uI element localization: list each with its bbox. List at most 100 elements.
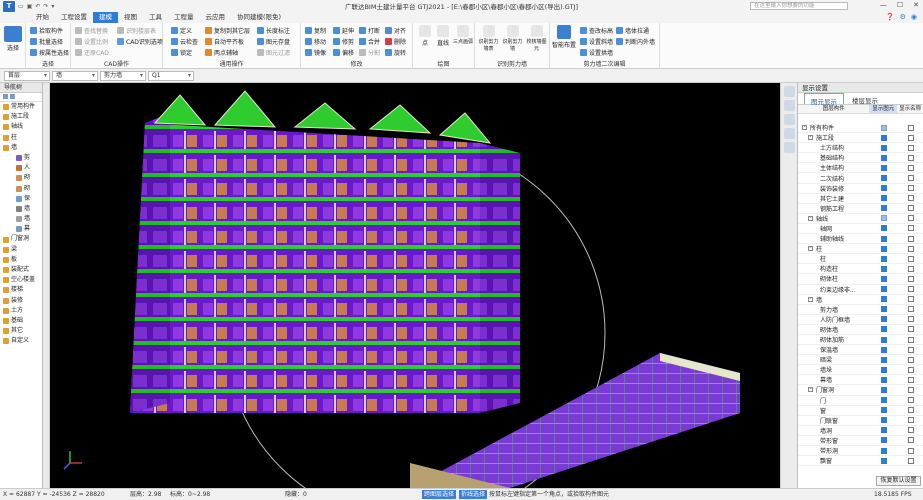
show-name-checkbox[interactable]	[908, 296, 914, 303]
edit-elevation-button[interactable]: 查改标高	[580, 26, 613, 35]
batch-select-button[interactable]: 批量选择	[30, 37, 63, 46]
menu-tab[interactable]: 工程设置	[55, 12, 93, 23]
nav-item[interactable]: 人	[0, 163, 42, 173]
pan-view-icon[interactable]	[783, 114, 795, 125]
nav-item[interactable]: 空心楼盖	[0, 275, 42, 285]
show-name-checkbox[interactable]	[908, 437, 914, 444]
show-element-checkbox[interactable]	[881, 225, 887, 232]
recognize-wall-table-button[interactable]: 识别剪力墙表	[477, 25, 500, 52]
category-select[interactable]: 墙	[52, 71, 98, 81]
show-name-checkbox[interactable]	[908, 265, 914, 272]
show-name-checkbox[interactable]	[908, 275, 914, 282]
offset-button[interactable]: 偏移	[333, 48, 354, 57]
cloud-check-button[interactable]: 云检查	[171, 37, 198, 46]
floor-select[interactable]: 首层	[4, 71, 50, 81]
show-name-checkbox[interactable]	[908, 235, 914, 242]
show-name-checkbox[interactable]	[908, 306, 914, 313]
show-name-checkbox[interactable]	[908, 316, 914, 323]
show-element-checkbox[interactable]	[881, 164, 887, 171]
show-element-checkbox[interactable]	[881, 286, 887, 293]
show-element-checkbox[interactable]	[881, 376, 887, 383]
maximize-icon[interactable]: ☐	[897, 1, 903, 9]
show-name-checkbox[interactable]	[908, 356, 914, 363]
nav-item[interactable]: 基础	[0, 316, 42, 326]
show-name-checkbox[interactable]	[908, 417, 914, 424]
zoom-view-icon[interactable]	[783, 128, 795, 139]
component-select[interactable]: Q1	[148, 71, 194, 81]
minimize-icon[interactable]: —	[880, 1, 887, 9]
show-element-checkbox[interactable]	[881, 417, 887, 424]
judge-wall-button[interactable]: 判断内外墙	[616, 37, 655, 46]
nav-remove-icon[interactable]	[10, 94, 15, 99]
open-icon[interactable]: ▭	[18, 3, 24, 10]
show-element-checkbox[interactable]	[881, 134, 887, 141]
show-element-checkbox[interactable]	[881, 205, 887, 212]
save-icon[interactable]: ▣	[27, 3, 33, 10]
nav-item[interactable]: 柱	[0, 133, 42, 143]
wall-extend-button[interactable]: 墙体拉通	[616, 26, 649, 35]
extend-button[interactable]: 延伸	[333, 26, 354, 35]
nav-item[interactable]: 砌	[0, 184, 42, 194]
move-button[interactable]: 移动	[305, 37, 326, 46]
show-element-checkbox[interactable]	[881, 185, 887, 192]
show-name-checkbox[interactable]	[908, 205, 914, 212]
show-name-checkbox[interactable]	[908, 346, 914, 353]
show-name-checkbox[interactable]	[908, 185, 914, 192]
show-name-checkbox[interactable]	[908, 326, 914, 333]
show-element-checkbox[interactable]	[881, 275, 887, 282]
expand-toggle[interactable]: -	[808, 215, 813, 221]
type-select[interactable]: 剪力墙	[100, 71, 146, 81]
user-icon[interactable]: ◉	[911, 13, 917, 21]
show-element-checkbox[interactable]	[881, 356, 887, 363]
show-element-checkbox[interactable]	[881, 346, 887, 353]
nav-item[interactable]: 砌	[0, 173, 42, 183]
element-filter-button[interactable]: 图元过滤	[257, 48, 290, 57]
set-arch-wall-button[interactable]: 设置拱墙	[580, 48, 613, 57]
menu-tab[interactable]: 工程量	[168, 12, 200, 23]
menu-tab[interactable]: 协同建模(限免)	[231, 12, 287, 23]
show-element-checkbox[interactable]	[881, 296, 887, 303]
select-button[interactable]: 选择	[3, 26, 23, 52]
rotate-button[interactable]: 旋转	[385, 48, 406, 57]
restore-cad-button[interactable]: 还原CAD	[75, 48, 109, 57]
restore-default-button[interactable]: 恢复默认设置	[876, 476, 921, 486]
show-element-checkbox[interactable]	[881, 316, 887, 323]
copy-button[interactable]: 复制	[305, 26, 326, 35]
expand-toggle[interactable]: -	[808, 246, 813, 252]
draw-arc-button[interactable]: 三点画弧	[453, 25, 473, 45]
smart-layout-button[interactable]: 智能布置	[552, 25, 576, 49]
show-element-checkbox[interactable]	[881, 144, 887, 151]
show-element-checkbox[interactable]	[881, 366, 887, 373]
nav-add-icon[interactable]	[3, 94, 8, 99]
show-name-checkbox[interactable]	[908, 407, 914, 414]
pick-component-button[interactable]: 拾取构件	[30, 26, 63, 35]
nav-item[interactable]: 楼梯	[0, 285, 42, 295]
tab-floor-display[interactable]: 楼层显示	[846, 93, 884, 105]
search-input[interactable]: 在这里输入你想要的功能	[750, 2, 848, 10]
fit-view-icon[interactable]	[783, 142, 795, 153]
show-name-checkbox[interactable]	[908, 336, 914, 343]
trim-button[interactable]: 修剪	[333, 37, 354, 46]
show-element-checkbox[interactable]	[881, 437, 887, 444]
show-element-checkbox[interactable]	[881, 397, 887, 404]
nav-item[interactable]: 墙	[0, 143, 42, 153]
show-name-checkbox[interactable]	[908, 447, 914, 454]
expand-toggle[interactable]: -	[802, 125, 807, 131]
set-slant-wall-button[interactable]: 设置斜墙	[580, 37, 613, 46]
show-name-checkbox[interactable]	[908, 397, 914, 404]
show-name-checkbox[interactable]	[908, 124, 914, 131]
menu-tab[interactable]: 工具	[143, 12, 168, 23]
show-element-checkbox[interactable]	[881, 407, 887, 414]
lock-button[interactable]: 锁定	[171, 48, 192, 57]
nav-item[interactable]: 其它	[0, 326, 42, 336]
show-element-checkbox[interactable]	[881, 326, 887, 333]
dropdown-icon[interactable]: ▾	[51, 3, 54, 10]
find-replace-button[interactable]: 查找替换	[75, 26, 108, 35]
nav-item[interactable]: 幕	[0, 224, 42, 234]
select-by-attr-button[interactable]: 按属性选择	[30, 48, 69, 57]
nav-item[interactable]: 梁	[0, 245, 42, 255]
show-name-checkbox[interactable]	[908, 366, 914, 373]
show-name-checkbox[interactable]	[908, 175, 914, 182]
show-element-checkbox[interactable]	[881, 427, 887, 434]
tab-element-display[interactable]: 图元显示	[804, 93, 844, 106]
